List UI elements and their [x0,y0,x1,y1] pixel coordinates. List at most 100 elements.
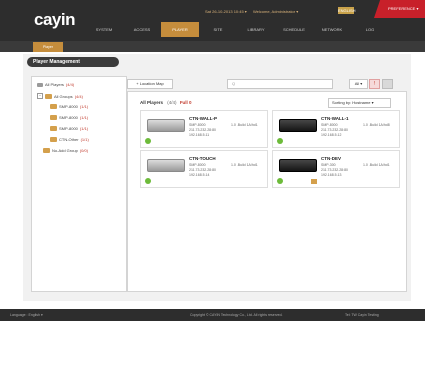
player-panel: All Players (4/4) Full 0 Sorting by: Hos… [127,91,407,292]
tree-count: (1/1) [79,104,89,109]
tree-count: (0/0) [79,148,89,153]
tree-ungrouped[interactable]: No-Add Group (0/0) [43,148,88,153]
player-name: CTN-WALL-1 [321,116,349,121]
player-address: 192.168.5.12 [321,133,342,137]
player-device-icon [147,159,185,172]
tree-label: All Groups [54,93,73,99]
nav-log[interactable]: LOG [351,22,389,37]
player-model: SMP-8000 [189,163,206,167]
player-ip: 211.73.232.28:80 [321,168,348,172]
nav-library[interactable]: LIBRARY [237,22,275,37]
grid-view-icon[interactable] [382,79,393,89]
copyright-text: Copyright © CAYIN Technology Co., Ltd. A… [190,313,283,317]
collapse-icon[interactable]: − [37,93,43,99]
folder-icon [50,115,57,120]
heading-text: All Players [140,100,164,105]
tree-count: (1/1) [79,115,89,120]
tree-label: SMP-8000 [59,115,78,120]
tree-all-groups[interactable]: − All Groups (4/4) [37,93,83,99]
tree-all-players[interactable]: All Players (4/4) [37,82,74,87]
nav-network[interactable]: NETWORK [313,22,351,37]
language-select[interactable]: Language : English ▾ [10,309,43,321]
player-ip: 211.73.232.28:80 [189,128,216,132]
alert-icon[interactable]: ! [369,79,380,89]
sort-select[interactable]: Sorting by: Hostname ▾ [328,98,391,108]
player-ip: 211.73.232.28:80 [189,168,216,172]
player-tree: All Players (4/4) − All Groups (4/4) SMP… [31,76,127,292]
player-address: 192.168.5.11 [189,133,210,137]
folder-icon [45,93,52,99]
tab-player-management[interactable]: Player Management [33,42,63,59]
player-card[interactable]: CTN-WALL-1 SMP-8000 1.0 .Build 1A/hd8 21… [272,110,400,148]
location-map-button[interactable]: + Location Map [127,79,173,89]
heading-count: (4/4) [167,100,177,105]
player-address: 192.168.5.14 [189,173,210,177]
top-header: cayin Sat 26-10-2013 10:45 ▾ Welcome, Ad… [0,0,425,41]
tree-label: CTN-Other [59,137,79,142]
player-firmware: 1.0 .Build 1A/hd8 [363,123,390,127]
nav-schedule[interactable]: SCHEDULE [275,22,313,37]
tree-count: (4/4) [74,93,83,99]
main-nav: SYSTEM ACCESS PLAYER SITE LIBRARY SCHEDU… [85,22,425,37]
content-area: Player Management All Players (4/4) − Al… [23,54,411,301]
tree-count: (1/1) [79,126,89,131]
cayin-logo[interactable]: cayin [34,10,75,30]
folder-icon [50,126,57,131]
player-model: SMP-300 [321,163,336,167]
nav-system[interactable]: SYSTEM [85,22,123,37]
footer-right-text: Tel: TW Cayin Testing [345,313,379,317]
player-device-icon [147,119,185,132]
tree-group-item[interactable]: SMP-8000 (1/1) [50,115,88,120]
player-device-icon [279,159,317,172]
date-menu[interactable]: Sat 26-10-2013 10:45 ▾ [205,9,247,14]
page-title: Player Management [27,57,119,67]
player-name: CTN-WALL-P [189,116,217,121]
folder-icon [43,148,50,153]
player-card[interactable]: CTN-DEV SMP-300 1.0 .Build 1A/hd1 211.73… [272,150,400,188]
tree-label: No-Add Group [52,148,78,153]
folder-icon [50,104,57,109]
players-icon [37,82,43,87]
player-address: 192.168.5.13 [321,173,342,177]
footer: Language : English ▾ Copyright © CAYIN T… [0,309,425,321]
tree-count: (1/1) [80,137,89,142]
online-status-icon [277,178,283,184]
nav-player[interactable]: PLAYER [161,22,199,37]
panel-heading: All Players (4/4) Full 0 [140,100,192,105]
player-card[interactable]: CTN-TOUCH SMP-8000 1.0 .Build 1A/hd1 211… [140,150,268,188]
top-info: Sat 26-10-2013 10:45 ▾ Welcome, Administ… [205,9,303,14]
online-status-icon [145,138,151,144]
user-menu[interactable]: Welcome, Administrator ▾ [253,9,298,14]
online-status-icon [277,138,283,144]
tree-label: SMP-8000 [59,104,78,109]
player-device-icon [279,119,317,132]
tree-group-item[interactable]: SMP-8000 (1/1) [50,104,88,109]
player-name: CTN-TOUCH [189,156,216,161]
heading-flag: Full 0 [179,100,192,105]
online-status-icon [145,178,151,184]
tree-group-item[interactable]: CTN-Other (1/1) [50,137,89,142]
tree-label: All Players [45,82,64,87]
nav-site[interactable]: SITE [199,22,237,37]
player-firmware: 1.0 .Build 1A/hd1 [231,163,258,167]
tree-group-item[interactable]: SMP-8000 (1/1) [50,126,88,131]
sub-nav: Player Management [0,41,425,59]
tree-label: SMP-8000 [59,126,78,131]
player-card[interactable]: CTN-WALL-P SMP-8000 1.0 .Build 1A/hd1 21… [140,110,268,148]
folder-icon [50,137,57,142]
preference-label: PREFERENCE ▾ [388,6,419,11]
toolbar: + Location Map Q All ▾ ! [127,76,405,89]
nav-access[interactable]: ACCESS [123,22,161,37]
player-firmware: 1.0 .Build 1A/hd1 [231,123,258,127]
player-model: SMP-8000 [189,123,206,127]
language-button[interactable]: ENGLISH [338,7,356,14]
player-model: SMP-8000 [321,123,338,127]
preference-tab[interactable]: PREFERENCE ▾ [374,0,425,18]
tree-count: (4/4) [65,82,75,87]
search-input[interactable]: Q [227,79,333,89]
view-select[interactable]: All ▾ [349,79,368,89]
player-firmware: 1.0 .Build 1A/hd1 [363,163,390,167]
player-ip: 211.73.232.28:80 [321,128,348,132]
schedule-badge-icon [311,179,317,184]
player-name: CTN-DEV [321,156,341,161]
